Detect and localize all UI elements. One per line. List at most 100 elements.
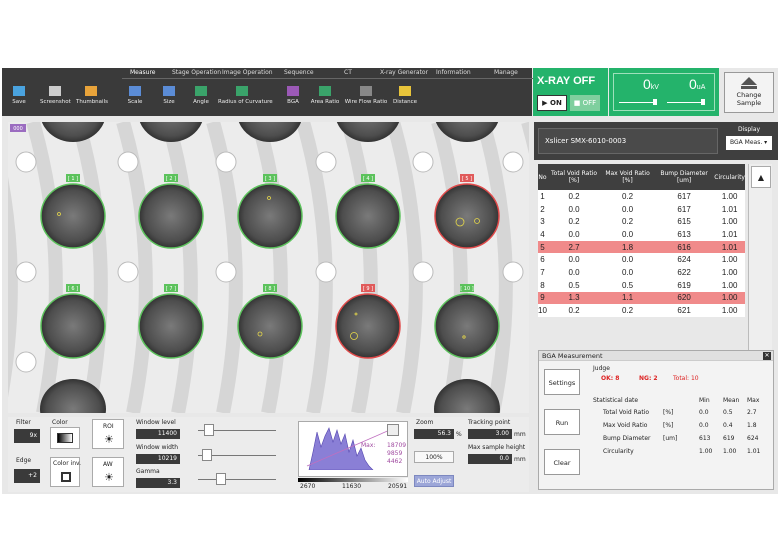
histogram[interactable]: Max: 18709 9859 4462: [298, 421, 408, 477]
kv-readout: 0kV: [643, 76, 659, 92]
edge-select[interactable]: +2: [14, 469, 40, 483]
close-icon[interactable]: ✕: [763, 352, 771, 360]
window-width-knob[interactable]: [202, 449, 212, 461]
aw-button[interactable]: AW ☀: [92, 457, 124, 487]
tracking-unit: mm: [514, 431, 526, 438]
toolbar: Measure Stage Operation Image Operation Seq…: [2, 68, 542, 116]
app-window: Measure Stage Operation Image Operation Seq…: [2, 68, 778, 494]
sun-icon: ☀: [104, 433, 114, 446]
xray-on-button[interactable]: ▶ ON: [537, 95, 567, 111]
window-level-knob[interactable]: [204, 424, 214, 436]
window-level-input[interactable]: 11400: [136, 429, 180, 439]
gamma-slider[interactable]: [198, 479, 276, 480]
scroll-up-button[interactable]: ▲: [751, 166, 771, 188]
wire-flow-ratio-button[interactable]: Wire Flow Ratio: [342, 84, 390, 114]
zoom-label: Zoom: [416, 419, 434, 426]
table-row[interactable]: 10 0.2 0.2 621 1.00: [538, 304, 745, 317]
tab-measure[interactable]: Measure: [130, 69, 156, 76]
table-row[interactable]: 8 0.5 0.5 619 1.00: [538, 279, 745, 292]
solder-ball: [434, 183, 500, 249]
max-height-input[interactable]: 0.0: [468, 454, 512, 464]
results-table: No Total Void Ratio [%] Max Void Ratio [%]…: [538, 164, 745, 317]
settings-button[interactable]: Settings: [544, 369, 580, 395]
tab-x-ray-generator[interactable]: X-ray Generator: [380, 69, 428, 76]
color-label: Color: [52, 419, 68, 426]
filter-select[interactable]: 9x: [14, 429, 40, 443]
scale-button[interactable]: Scale: [120, 84, 150, 114]
auto-adjust-button[interactable]: Auto Adjust: [414, 475, 454, 487]
col-header[interactable]: Max Void Ratio [%]: [601, 164, 654, 190]
aw-label: AW: [103, 461, 113, 468]
color-select[interactable]: [50, 427, 80, 449]
col-header[interactable]: Bump Diameter [um]: [653, 164, 715, 190]
table-row[interactable]: 6 0.0 0.0 624 1.00: [538, 253, 745, 266]
table-row[interactable]: 2 0.0 0.0 617 1.01: [538, 203, 745, 216]
ball-label: [ 8 ]: [265, 286, 275, 292]
table-row[interactable]: 5 2.7 1.8 616 1.01: [538, 240, 745, 254]
gradient-icon: [57, 433, 73, 443]
solder-ball: [335, 293, 401, 359]
tab-image-operation[interactable]: Image Operation: [222, 69, 273, 76]
tracking-input[interactable]: 3.00: [468, 429, 512, 439]
distance-button[interactable]: Distance: [390, 84, 420, 114]
col-header[interactable]: Circularity: [714, 164, 745, 190]
table-cell: 617: [677, 204, 691, 214]
tab-ct[interactable]: CT: [344, 69, 352, 76]
thumbnails-button[interactable]: Thumbnails: [76, 84, 108, 114]
display-select[interactable]: BGA Meas. ▾: [726, 136, 772, 150]
clear-button[interactable]: Clear: [544, 449, 580, 475]
table-cell: 2.7: [546, 240, 602, 254]
color-inv-button[interactable]: Color inv.: [50, 457, 81, 487]
zoom-input[interactable]: 56.3: [414, 429, 454, 439]
results-panel: Xslicer SMX-6010-0003 Display BGA Meas. …: [534, 122, 778, 492]
table-row[interactable]: 3 0.2 0.2 615 1.00: [538, 215, 745, 228]
table-cell: 620: [653, 291, 715, 305]
histogram-options-icon[interactable]: [387, 424, 399, 436]
screenshot-icon: [49, 86, 61, 96]
radius-of-curvature-button[interactable]: Radius of Curvature: [218, 84, 273, 114]
table-row[interactable]: 4 0.0 0.0 613 1.01: [538, 228, 745, 241]
tool-label: Size: [163, 99, 175, 105]
tab-stage-operation[interactable]: Stage Operation: [172, 69, 221, 76]
col-header[interactable]: Total Void Ratio [%]: [546, 164, 602, 190]
table-row[interactable]: 9 1.3 1.1 620 1.00: [538, 291, 745, 305]
via-hole: [117, 261, 139, 283]
ua-slider[interactable]: [667, 102, 705, 103]
zoom-100-button[interactable]: 100%: [414, 451, 454, 463]
edge-label: Edge: [16, 457, 32, 464]
size-button[interactable]: Size: [154, 84, 184, 114]
kv-slider-knob[interactable]: [653, 99, 657, 105]
tab-sequence[interactable]: Sequence: [284, 69, 314, 76]
screenshot-button[interactable]: Screenshot: [40, 84, 71, 114]
save-button[interactable]: Save: [4, 84, 34, 114]
gamma-input[interactable]: 3.3: [136, 478, 180, 488]
area-ratio-button[interactable]: Area Ratio: [310, 84, 340, 114]
image-controls: Filter 9x Color ROI ☀ Edge +2 Color inv. …: [8, 417, 529, 492]
kv-slider[interactable]: [619, 102, 657, 103]
tab-manage[interactable]: Manage: [494, 69, 518, 76]
change-sample-button[interactable]: Change Sample: [724, 72, 774, 113]
run-button[interactable]: Run: [544, 409, 580, 435]
change-label-1: Change: [736, 91, 762, 99]
table-cell: 1.00: [721, 217, 738, 227]
angle-button[interactable]: Angle: [186, 84, 216, 114]
bga-button[interactable]: BGA: [278, 84, 308, 114]
solder-ball: [138, 183, 204, 249]
roi-button[interactable]: ROI ☀: [92, 419, 124, 449]
table-cell: 0.2: [568, 306, 580, 316]
ua-slider-knob[interactable]: [701, 99, 705, 105]
table-row[interactable]: 7 0.0 0.0 622 1.00: [538, 266, 745, 279]
tab-information[interactable]: Information: [436, 69, 471, 76]
col-header[interactable]: No: [538, 164, 547, 190]
kv-unit: kV: [650, 84, 659, 91]
table-row[interactable]: 1 0.2 0.2 617 1.00: [538, 190, 745, 203]
window-width-input[interactable]: 10219: [136, 454, 180, 464]
xray-image-viewer[interactable]: [ 1 ] [ 2 ] [ 3 ] [ 4 ] [ 5 ] [ 6 ] [ 7 ] [ 8 ]…: [8, 122, 529, 413]
ua-value: 0: [689, 76, 697, 92]
ng-count: NG: 2: [639, 375, 658, 382]
xray-off-button[interactable]: ■ OFF: [570, 95, 600, 111]
table-cell: 0.0: [568, 229, 580, 239]
gamma-knob[interactable]: [216, 473, 226, 485]
table-cell: 2: [540, 204, 545, 214]
stat-unit: [um]: [663, 435, 678, 442]
